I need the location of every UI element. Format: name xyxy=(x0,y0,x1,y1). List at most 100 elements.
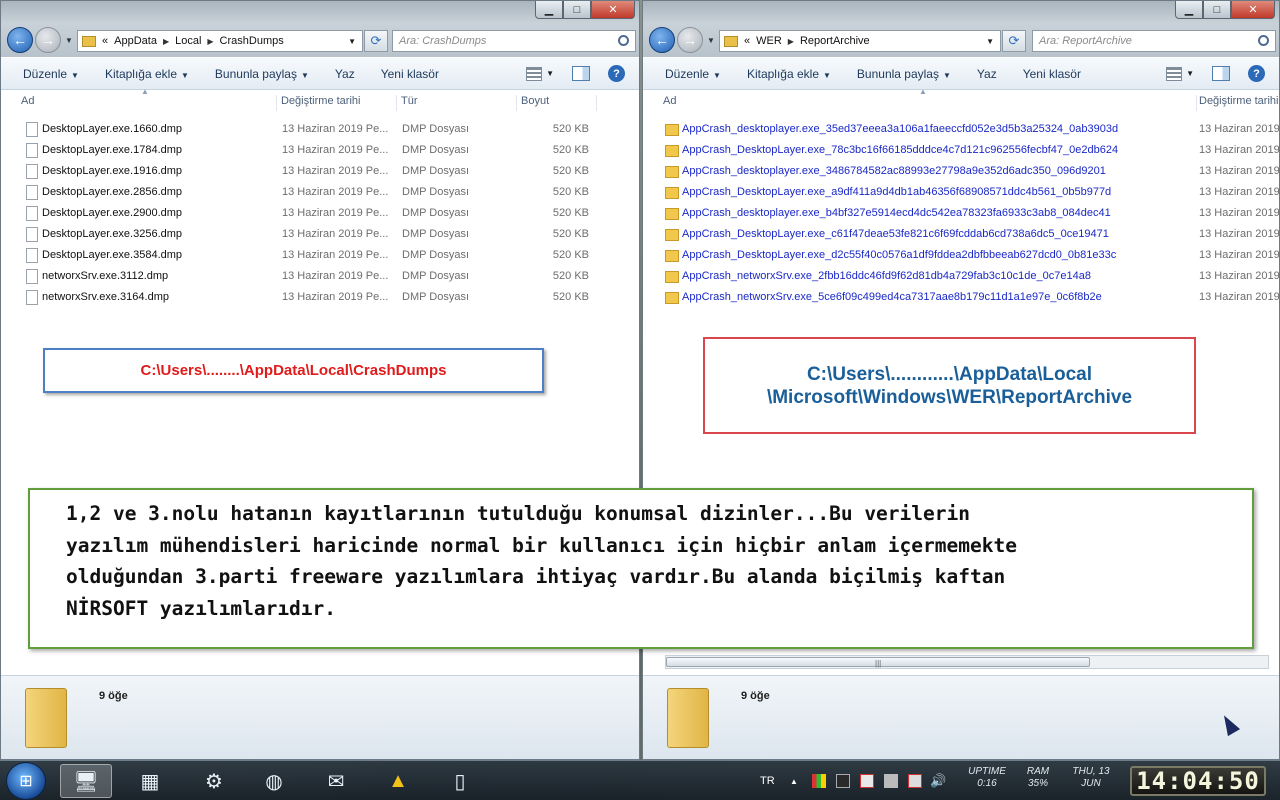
title-bar[interactable]: ▁ □ ✕ ← → ▼ « AppData ▶ Local ▶ CrashDum… xyxy=(1,1,639,57)
file-row[interactable]: DesktopLayer.exe.1916.dmp 13 Haziran 2019… xyxy=(1,161,639,182)
file-name[interactable]: DesktopLayer.exe.1784.dmp xyxy=(42,144,182,156)
folder-name[interactable]: AppCrash_desktoplayer.exe_3486784582ac88… xyxy=(682,165,1106,177)
breadcrumb-reportarchive[interactable]: ReportArchive xyxy=(800,35,870,47)
breadcrumb-prefix[interactable]: « xyxy=(102,35,108,47)
column-size[interactable]: Boyut xyxy=(517,95,597,111)
close-button[interactable]: ✕ xyxy=(591,1,635,19)
tray-expand-icon[interactable]: ▲ xyxy=(790,761,798,800)
include-in-library-menu[interactable]: Kitaplığa ekle ▼ xyxy=(747,67,831,81)
folder-name[interactable]: AppCrash_networxSrv.exe_5ce6f09c499ed4ca… xyxy=(682,291,1102,303)
tray-network-icon[interactable] xyxy=(860,774,874,788)
search-icon[interactable] xyxy=(1258,35,1269,46)
forward-button[interactable]: → xyxy=(677,27,703,53)
preview-pane-icon[interactable] xyxy=(1212,66,1230,81)
taskbar-avast-icon[interactable]: ▲ xyxy=(372,764,424,798)
taskbar-explorer-icon[interactable]: 🖥 xyxy=(60,764,112,798)
horizontal-scrollbar[interactable]: ||| xyxy=(665,655,1269,669)
refresh-button[interactable]: ⟳ xyxy=(364,30,388,52)
column-name[interactable]: Ad xyxy=(17,95,277,111)
folder-row[interactable]: AppCrash_DesktopLayer.exe_d2c55f40c0576a… xyxy=(643,245,1279,266)
file-row[interactable]: DesktopLayer.exe.1784.dmp 13 Haziran 2019… xyxy=(1,140,639,161)
maximize-button[interactable]: □ xyxy=(1203,1,1231,19)
folder-name[interactable]: AppCrash_DesktopLayer.exe_78c3bc16f66185… xyxy=(682,144,1118,156)
folder-name[interactable]: AppCrash_DesktopLayer.exe_d2c55f40c0576a… xyxy=(682,249,1116,261)
column-type[interactable]: Tür xyxy=(397,95,517,111)
back-button[interactable]: ← xyxy=(649,27,675,53)
folder-row[interactable]: AppCrash_desktoplayer.exe_b4bf327e5914ec… xyxy=(643,203,1279,224)
forward-button[interactable]: → xyxy=(35,27,61,53)
folder-row[interactable]: AppCrash_desktoplayer.exe_35ed37eeea3a10… xyxy=(643,119,1279,140)
breadcrumb-separator-icon[interactable]: ▶ xyxy=(163,37,169,46)
help-icon[interactable]: ? xyxy=(608,65,625,82)
search-box[interactable]: Ara: ReportArchive xyxy=(1032,30,1276,52)
digital-clock[interactable]: 14:04:50 xyxy=(1130,766,1266,796)
folder-row[interactable]: AppCrash_DesktopLayer.exe_c61f47deae53fe… xyxy=(643,224,1279,245)
file-name[interactable]: DesktopLayer.exe.2856.dmp xyxy=(42,186,182,198)
folder-row[interactable]: AppCrash_desktoplayer.exe_3486784582ac88… xyxy=(643,161,1279,182)
folder-row[interactable]: AppCrash_DesktopLayer.exe_a9df411a9d4db1… xyxy=(643,182,1279,203)
file-name[interactable]: DesktopLayer.exe.3584.dmp xyxy=(42,249,182,261)
taskbar-mail-icon[interactable]: ✉ xyxy=(310,764,362,798)
column-date-modified[interactable]: Değiştirme tarihi xyxy=(277,95,397,111)
help-icon[interactable]: ? xyxy=(1248,65,1265,82)
share-with-menu[interactable]: Bununla paylaş ▼ xyxy=(215,67,309,81)
language-indicator[interactable]: TR xyxy=(760,761,775,800)
organize-menu[interactable]: Düzenle ▼ xyxy=(23,67,79,81)
breadcrumb-prefix[interactable]: « xyxy=(744,35,750,47)
file-row[interactable]: DesktopLayer.exe.2900.dmp 13 Haziran 2019… xyxy=(1,203,639,224)
taskbar-control-panel-icon[interactable]: ⚙ xyxy=(188,764,240,798)
burn-button[interactable]: Yaz xyxy=(335,67,355,81)
maximize-button[interactable]: □ xyxy=(563,1,591,19)
tray-device-icon[interactable] xyxy=(884,774,898,788)
start-button[interactable]: ⊞ xyxy=(6,762,46,800)
folder-row[interactable]: AppCrash_networxSrv.exe_2fbb16ddc46fd9f6… xyxy=(643,266,1279,287)
file-row[interactable]: DesktopLayer.exe.1660.dmp 13 Haziran 2019… xyxy=(1,119,639,140)
folder-row[interactable]: AppCrash_DesktopLayer.exe_78c3bc16f66185… xyxy=(643,140,1279,161)
folder-name[interactable]: AppCrash_DesktopLayer.exe_c61f47deae53fe… xyxy=(682,228,1109,240)
folder-row[interactable]: AppCrash_networxSrv.exe_5ce6f09c499ed4ca… xyxy=(643,287,1279,308)
view-dropdown-icon[interactable]: ▼ xyxy=(1186,69,1194,78)
scrollbar-thumb[interactable]: ||| xyxy=(666,657,1090,668)
folder-name[interactable]: AppCrash_networxSrv.exe_2fbb16ddc46fd9f6… xyxy=(682,270,1091,282)
breadcrumb-wer[interactable]: WER xyxy=(756,35,782,47)
preview-pane-icon[interactable] xyxy=(572,66,590,81)
folder-name[interactable]: AppCrash_desktoplayer.exe_b4bf327e5914ec… xyxy=(682,207,1111,219)
file-row[interactable]: DesktopLayer.exe.2856.dmp 13 Haziran 2019… xyxy=(1,182,639,203)
include-in-library-menu[interactable]: Kitaplığa ekle ▼ xyxy=(105,67,189,81)
view-dropdown-icon[interactable]: ▼ xyxy=(546,69,554,78)
title-bar[interactable]: ▁ □ ✕ ← → ▼ « WER ▶ ReportArchive ▼ ⟳ Ar… xyxy=(643,1,1279,57)
share-with-menu[interactable]: Bununla paylaş ▼ xyxy=(857,67,951,81)
file-name[interactable]: DesktopLayer.exe.1660.dmp xyxy=(42,123,182,135)
back-button[interactable]: ← xyxy=(7,27,33,53)
search-box[interactable]: Ara: CrashDumps xyxy=(392,30,636,52)
file-row[interactable]: DesktopLayer.exe.3584.dmp 13 Haziran 2019… xyxy=(1,245,639,266)
column-date-modified[interactable]: Değiştirme tarihi xyxy=(1195,95,1279,111)
file-name[interactable]: networxSrv.exe.3164.dmp xyxy=(42,291,169,303)
taskbar-document-icon[interactable]: ▯ xyxy=(434,764,486,798)
address-bar[interactable]: « WER ▶ ReportArchive ▼ xyxy=(719,30,1001,52)
file-row[interactable]: networxSrv.exe.3164.dmp 13 Haziran 2019 P… xyxy=(1,287,639,308)
breadcrumb-crashdumps[interactable]: CrashDumps xyxy=(220,35,284,47)
organize-menu[interactable]: Düzenle ▼ xyxy=(665,67,721,81)
minimize-button[interactable]: ▁ xyxy=(535,1,563,19)
folder-name[interactable]: AppCrash_DesktopLayer.exe_a9df411a9d4db1… xyxy=(682,186,1111,198)
new-folder-button[interactable]: Yeni klasör xyxy=(1023,67,1081,81)
volume-icon[interactable]: 🔊 xyxy=(930,761,946,800)
file-name[interactable]: DesktopLayer.exe.1916.dmp xyxy=(42,165,182,177)
search-icon[interactable] xyxy=(618,35,629,46)
new-folder-button[interactable]: Yeni klasör xyxy=(381,67,439,81)
close-button[interactable]: ✕ xyxy=(1231,1,1275,19)
date-readout[interactable]: THU, 13 JUN xyxy=(1064,766,1118,790)
tray-flag-icon[interactable] xyxy=(908,774,922,788)
address-bar[interactable]: « AppData ▶ Local ▶ CrashDumps ▼ xyxy=(77,30,363,52)
folder-name[interactable]: AppCrash_desktoplayer.exe_35ed37eeea3a10… xyxy=(682,123,1118,135)
view-options-icon[interactable] xyxy=(1166,66,1183,81)
view-options-icon[interactable] xyxy=(526,66,543,81)
taskbar-globe-icon[interactable]: ◍ xyxy=(248,764,300,798)
address-dropdown-icon[interactable]: ▼ xyxy=(348,37,356,46)
file-row[interactable]: networxSrv.exe.3112.dmp 13 Haziran 2019 P… xyxy=(1,266,639,287)
tray-monitor-icon[interactable] xyxy=(836,774,850,788)
file-name[interactable]: networxSrv.exe.3112.dmp xyxy=(42,270,168,282)
burn-button[interactable]: Yaz xyxy=(977,67,997,81)
recent-pages-chevron-icon[interactable]: ▼ xyxy=(707,36,715,45)
